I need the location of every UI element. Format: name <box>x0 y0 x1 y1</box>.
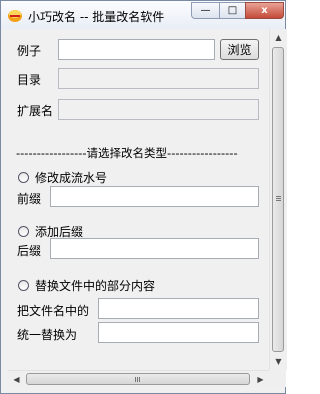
browse-button-label: 浏览 <box>227 43 252 57</box>
scroll-down-arrow[interactable]: ▼ <box>270 353 287 370</box>
scroll-left-arrow[interactable]: ◀ <box>8 371 25 388</box>
close-button[interactable]: x <box>245 2 284 19</box>
close-icon: x <box>261 5 268 16</box>
browse-button[interactable]: 浏览 <box>220 39 259 60</box>
suffix-radio[interactable] <box>18 226 29 237</box>
maximize-button[interactable]: □ <box>219 2 246 19</box>
app-icon <box>8 10 22 22</box>
horizontal-scroll-thumb[interactable] <box>26 373 250 385</box>
maximize-icon: □ <box>227 5 238 16</box>
ext-label: 扩展名 <box>17 104 54 118</box>
dir-field <box>58 68 259 89</box>
minimize-button[interactable]: — <box>191 2 220 19</box>
scroll-corner <box>269 370 286 387</box>
ext-field <box>58 99 259 120</box>
window-title: 小巧改名 -- 批量改名软件 <box>28 10 165 24</box>
replace-option-label: 替换文件中的部分内容 <box>35 279 156 293</box>
prefix-label: 前缀 <box>17 192 42 206</box>
form-area: 例子 浏览 目录 扩展名 -----------------请选择改名类型---… <box>8 29 287 388</box>
app-window: 小巧改名 -- 批量改名软件 — □ x 例子 浏览 目录 扩展名 ------… <box>0 0 287 394</box>
find-input[interactable] <box>98 298 259 319</box>
type-separator: -----------------请选择改名类型----------------… <box>16 146 238 160</box>
replace-label: 统一替换为 <box>17 328 78 342</box>
scroll-up-arrow[interactable]: ▲ <box>270 29 287 46</box>
serial-option-label: 修改成流水号 <box>35 171 108 185</box>
find-label: 把文件名中的 <box>17 304 90 318</box>
dir-label: 目录 <box>17 73 42 87</box>
minimize-icon: — <box>200 5 211 16</box>
example-input[interactable] <box>58 39 215 60</box>
vertical-scrollbar[interactable]: ▲ ▼ <box>269 29 287 370</box>
title-bar[interactable]: 小巧改名 -- 批量改名软件 — □ x <box>1 1 285 29</box>
example-label: 例子 <box>17 44 42 58</box>
replace-radio[interactable] <box>18 280 29 291</box>
prefix-input[interactable] <box>50 186 259 207</box>
replace-input[interactable] <box>98 322 259 343</box>
suffix-label: 后缀 <box>17 244 42 258</box>
scroll-right-arrow[interactable]: ▶ <box>252 371 269 388</box>
vertical-scroll-thumb[interactable] <box>272 47 284 352</box>
horizontal-scrollbar[interactable]: ◀ ▶ <box>8 370 269 388</box>
suffix-input[interactable] <box>50 238 259 259</box>
serial-radio[interactable] <box>18 172 29 183</box>
